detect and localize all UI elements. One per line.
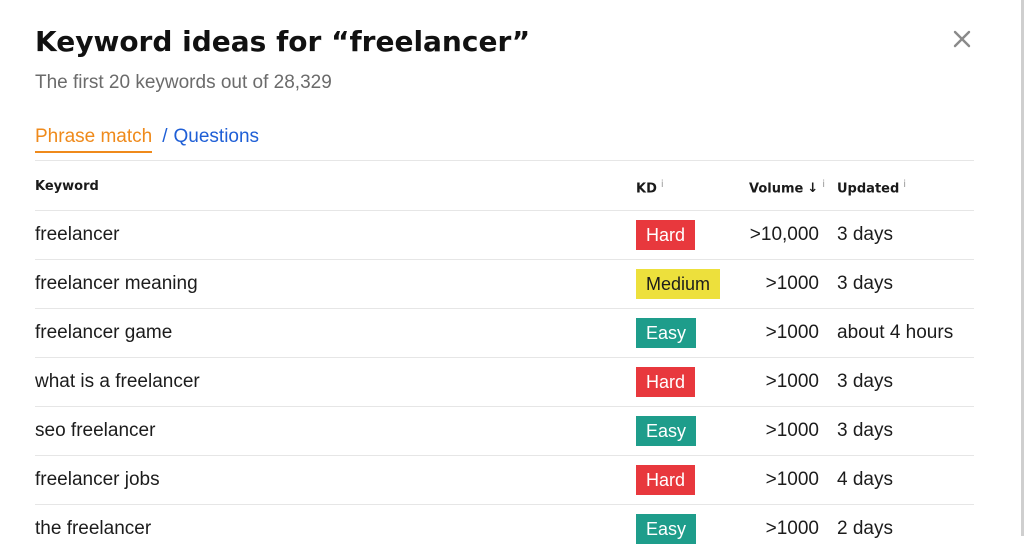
keyword-ideas-modal: Keyword ideas for “freelancer” The first… bbox=[0, 0, 1024, 544]
keyword-table: Keyword KD i Volume ↓ i Updated i freelancer… bbox=[35, 160, 974, 553]
updated-cell: 3 days bbox=[837, 224, 893, 245]
updated-cell: 4 days bbox=[837, 469, 893, 490]
kd-badge: Medium bbox=[636, 269, 721, 299]
volume-cell: >1000 bbox=[765, 469, 819, 490]
updated-cell: about 4 hours bbox=[837, 322, 954, 343]
sort-down-icon: ↓ bbox=[807, 181, 819, 197]
volume-cell: >1000 bbox=[765, 518, 819, 539]
header-keyword-label: Keyword bbox=[35, 179, 99, 194]
volume-cell: >10,000 bbox=[749, 224, 819, 245]
match-tabs: Phrase match / Questions bbox=[35, 126, 259, 153]
table-row[interactable]: freelancer meaning Medium >1000 3 days bbox=[35, 259, 974, 308]
table-row[interactable]: freelancer game Easy >1000 about 4 hours bbox=[35, 308, 974, 357]
kd-badge: Hard bbox=[636, 220, 696, 250]
table-header-row: Keyword KD i Volume ↓ i Updated i bbox=[35, 160, 974, 210]
kd-badge: Easy bbox=[636, 514, 697, 544]
tab-separator: / bbox=[162, 126, 168, 147]
table-row[interactable]: freelancer jobs Hard >1000 4 days bbox=[35, 455, 974, 504]
volume-cell: >1000 bbox=[765, 420, 819, 441]
kd-badge: Easy bbox=[636, 416, 697, 446]
kd-badge: Hard bbox=[636, 367, 696, 397]
kd-cell: Medium bbox=[636, 260, 721, 308]
updated-cell: 3 days bbox=[837, 371, 893, 392]
table-row[interactable]: what is a freelancer Hard >1000 3 days bbox=[35, 357, 974, 406]
keyword-cell[interactable]: freelancer game bbox=[35, 309, 172, 357]
table-row[interactable]: freelancer Hard >10,000 3 days bbox=[35, 210, 974, 259]
close-button[interactable] bbox=[949, 26, 975, 52]
close-icon[interactable] bbox=[952, 29, 972, 49]
keyword-cell[interactable]: what is a freelancer bbox=[35, 358, 200, 406]
kd-cell: Hard bbox=[636, 358, 696, 406]
keyword-cell[interactable]: freelancer bbox=[35, 211, 120, 259]
kd-cell: Hard bbox=[636, 456, 696, 504]
kd-info-icon[interactable]: i bbox=[661, 179, 664, 190]
keyword-cell[interactable]: freelancer meaning bbox=[35, 260, 198, 308]
volume-cell: >1000 bbox=[765, 371, 819, 392]
tab-questions[interactable]: Questions bbox=[174, 126, 260, 148]
kd-cell: Easy bbox=[636, 309, 697, 357]
updated-cell: 3 days bbox=[837, 420, 893, 441]
volume-cell: >1000 bbox=[765, 273, 819, 294]
updated-cell: 2 days bbox=[837, 518, 893, 539]
keyword-cell[interactable]: the freelancer bbox=[35, 505, 151, 553]
tab-phrase-match[interactable]: Phrase match bbox=[35, 126, 153, 153]
table-row[interactable]: seo freelancer Easy >1000 3 days bbox=[35, 406, 974, 455]
kd-badge: Easy bbox=[636, 318, 697, 348]
table-row[interactable]: the freelancer Easy >1000 2 days bbox=[35, 504, 974, 553]
volume-cell: >1000 bbox=[765, 322, 819, 343]
modal-subtitle: The first 20 keywords out of 28,329 bbox=[35, 72, 332, 93]
updated-cell: 3 days bbox=[837, 273, 893, 294]
kd-cell: Easy bbox=[636, 505, 697, 553]
kd-cell: Easy bbox=[636, 407, 697, 455]
kd-cell: Hard bbox=[636, 211, 696, 259]
header-kd[interactable]: KD i bbox=[636, 179, 664, 196]
header-volume-label: Volume bbox=[749, 181, 804, 197]
keyword-cell[interactable]: freelancer jobs bbox=[35, 456, 160, 504]
header-updated-label: Updated bbox=[837, 181, 900, 197]
header-volume[interactable]: Volume ↓ i bbox=[749, 179, 825, 196]
keyword-cell[interactable]: seo freelancer bbox=[35, 407, 155, 455]
volume-info-icon[interactable]: i bbox=[822, 179, 825, 190]
kd-badge: Hard bbox=[636, 465, 696, 495]
header-keyword[interactable]: Keyword bbox=[35, 179, 99, 194]
modal-title: Keyword ideas for “freelancer” bbox=[35, 25, 531, 58]
header-updated[interactable]: Updated i bbox=[837, 179, 906, 196]
updated-info-icon[interactable]: i bbox=[903, 179, 906, 190]
header-kd-label: KD bbox=[636, 181, 657, 197]
